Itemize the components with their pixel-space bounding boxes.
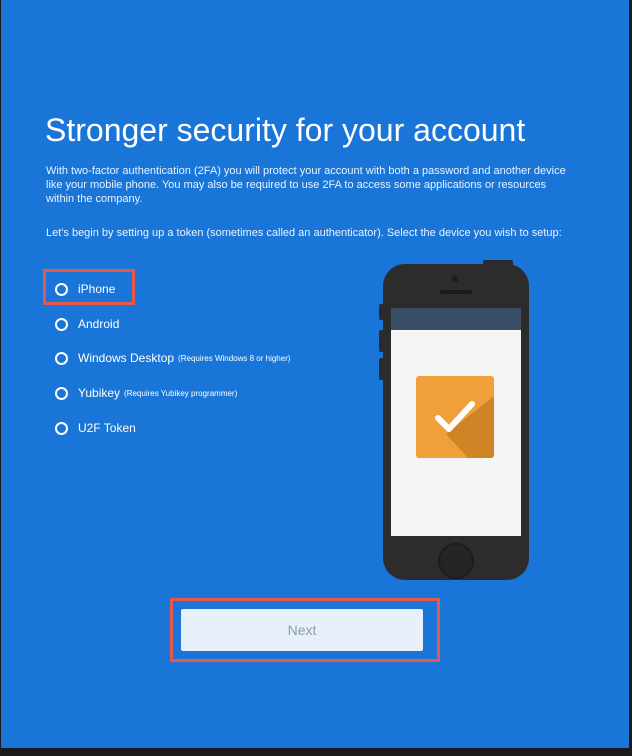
option-label: Android [78, 317, 120, 331]
option-note: (Requires Yubikey programmer) [124, 388, 238, 398]
checkmark-icon [435, 396, 494, 458]
setup-panel: Stronger security for your account With … [1, 0, 629, 748]
intro-text: With two-factor authentication (2FA) you… [46, 165, 566, 205]
phone-home-button [438, 543, 474, 579]
phone-screen [391, 308, 521, 536]
radio-icon[interactable] [55, 386, 68, 400]
screen-status-bar [391, 308, 521, 330]
radio-icon[interactable] [55, 421, 68, 435]
device-prompt: Let's begin by setting up a token (somet… [46, 227, 562, 239]
option-android[interactable]: Android [55, 313, 119, 335]
phone-speaker [440, 290, 472, 294]
option-label: U2F Token [78, 421, 136, 435]
radio-icon[interactable] [55, 351, 68, 365]
option-windows-desktop[interactable]: Windows Desktop (Requires Windows 8 or h… [55, 347, 291, 369]
page-title: Stronger security for your account [45, 112, 526, 148]
radio-icon[interactable] [55, 317, 68, 331]
option-note: (Requires Windows 8 or higher) [178, 353, 291, 363]
iphone-highlight-box [43, 269, 135, 305]
option-u2f-token[interactable]: U2F Token [55, 417, 136, 439]
option-label: Windows Desktop [78, 351, 175, 365]
check-tile [416, 376, 494, 458]
phone-illustration [383, 264, 529, 580]
next-button[interactable]: Next [181, 609, 423, 651]
phone-camera [452, 276, 458, 282]
option-yubikey[interactable]: Yubikey (Requires Yubikey programmer) [55, 382, 237, 404]
option-label: Yubikey [78, 386, 121, 400]
